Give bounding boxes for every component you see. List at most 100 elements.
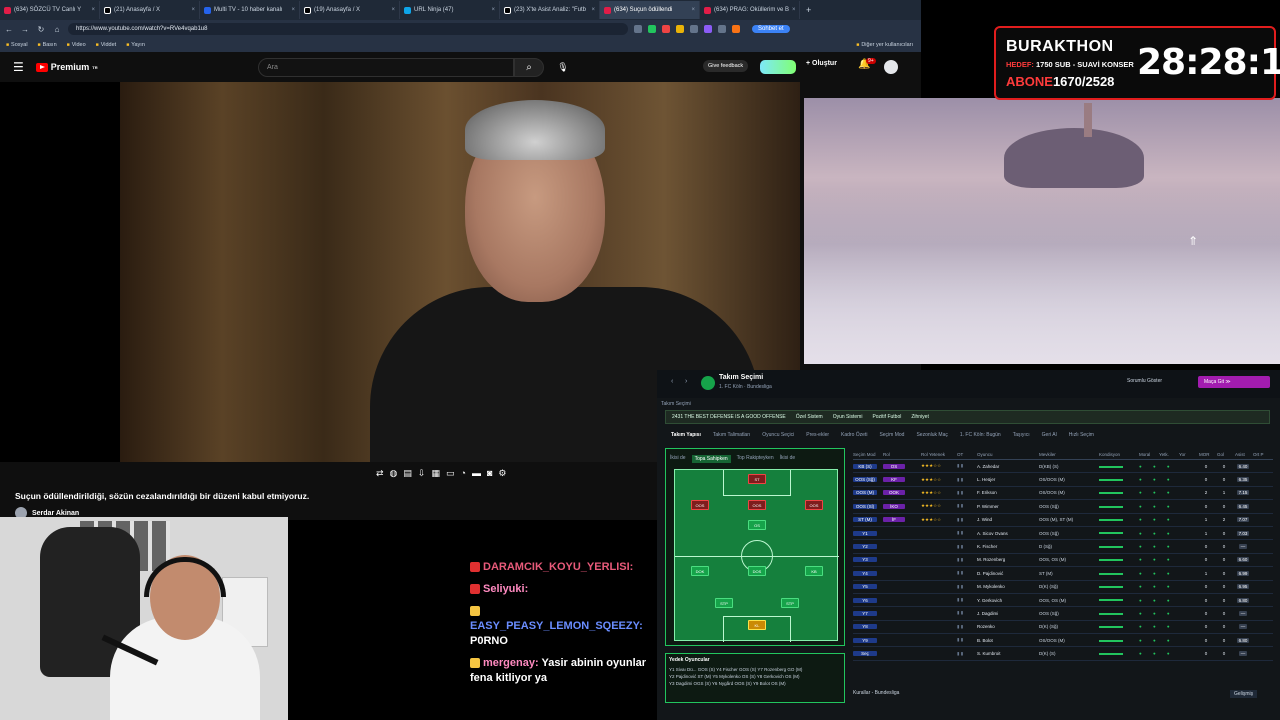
pitch-player[interactable]: KB	[805, 566, 823, 576]
browser-tab[interactable]: (634) SÖZCÜ TV Canlı Y ×	[0, 1, 100, 19]
extension-icon[interactable]	[732, 25, 740, 33]
table-row[interactable]: Y4 ▮ ▮ D. Pajdinović ST (M) ● ● ● 1 0 6.99	[853, 567, 1273, 581]
bookmark-folder[interactable]: Viddet	[96, 42, 117, 48]
forward-icon[interactable]: ›	[685, 378, 687, 385]
clip-icon[interactable]: ▤	[403, 468, 412, 479]
extension-icon[interactable]	[676, 25, 684, 33]
column-header[interactable]: Moral	[1139, 452, 1159, 457]
column-header[interactable]: Seçim Mod	[853, 452, 883, 457]
pitch-player[interactable]: OOS	[805, 500, 823, 510]
table-row[interactable]: KB (S) OS ★★★☆☆ ▮ ▮ A. Zahedar D(KB) (S) ● ● ●…	[853, 460, 1273, 474]
quick-pick-button[interactable]: Hızlı Seçim	[1069, 432, 1094, 438]
table-row[interactable]: Y8 ▮ ▮ Rozenko D(K) (Sğ) ● ● ● 0 0 —	[853, 621, 1273, 635]
bookmark-folder[interactable]: Sosyal	[6, 42, 28, 48]
tab-team-instructions[interactable]: Takım Talimatları	[713, 432, 750, 438]
speed-icon[interactable]: ◔	[461, 468, 466, 479]
extension-icon[interactable]	[690, 25, 698, 33]
miniplayer-icon[interactable]: ▭	[446, 468, 455, 479]
back-icon[interactable]: ‹	[671, 378, 673, 385]
staff-button[interactable]: Sorumlu Göster	[1127, 378, 1162, 384]
browser-tab[interactable]: (21) Anasayfa / X ×	[100, 1, 200, 19]
extension-icon[interactable]	[718, 25, 726, 33]
tab-club-today[interactable]: 1. FC Köln: Bugün	[960, 432, 1001, 438]
home-icon[interactable]: ⌂	[52, 25, 62, 34]
undo-button[interactable]: Geri Al	[1042, 432, 1057, 438]
tactic-select[interactable]: 2431 THE BEST DEFENSE IS A GOOD OFFENSE	[672, 414, 786, 420]
close-icon[interactable]: ×	[792, 7, 796, 13]
pitch-player[interactable]: KL	[748, 620, 766, 630]
tab-press[interactable]: Pres-ekler	[806, 432, 829, 438]
column-header[interactable]: Asist	[1235, 452, 1253, 457]
tab-team-structure[interactable]: Takım Yapısı	[671, 432, 701, 438]
table-row[interactable]: Y1 ▮ ▮ A. Sicov Ovans OOS (Sğ) ● ● ● 1 0 7.03	[853, 527, 1273, 541]
playlist-icon[interactable]: ▦	[431, 468, 440, 479]
download-icon[interactable]: ⇩	[418, 468, 426, 479]
table-row[interactable]: Y3 ▮ ▮ M. Rozenberg OOS, OS (M) ● ● ● 0 0 6.60	[853, 554, 1273, 568]
extension-icon[interactable]	[704, 25, 712, 33]
bookmark-folder[interactable]: Yayın	[126, 42, 145, 48]
back-icon[interactable]: ←	[4, 25, 14, 34]
table-row[interactable]: Y6 ▮ ▮ Y. Gerkovich OOS, OS (M) ● ● ● 0 0 6.80	[853, 594, 1273, 608]
pitch-player[interactable]: ST	[748, 474, 766, 484]
menu-icon[interactable]: ☰	[13, 60, 24, 74]
youtube-logo[interactable]: Premium TR	[35, 62, 98, 72]
close-icon[interactable]: ×	[591, 7, 595, 13]
tab-squad-summary[interactable]: Kadro Özeti	[841, 432, 867, 438]
table-row[interactable]: Y2 ▮ ▮ K. Fischer D (Sğ) ● ● ● 0 0 —	[853, 540, 1273, 554]
close-icon[interactable]: ×	[691, 7, 695, 13]
close-icon[interactable]: ×	[291, 7, 295, 13]
pitch-player[interactable]: OOS	[691, 500, 709, 510]
bookmark-folder[interactable]: Video	[67, 42, 86, 48]
mentality-chip[interactable]: Zihniyet	[911, 414, 929, 420]
browser-tab[interactable]: (634) PRAG: Oküllerim ve B ×	[700, 1, 800, 19]
tab-player-picker[interactable]: Oyuncu Seçici	[762, 432, 794, 438]
shuffle-icon[interactable]: ⇄	[376, 468, 384, 479]
advanced-button[interactable]: Gelişmiş	[1230, 690, 1258, 698]
camera-icon[interactable]: ◙	[487, 468, 492, 479]
table-row[interactable]: OOS (Sğ) KF ★★★☆☆ ▮ ▮ L. Heüjer OS/OOS (M) ● ●…	[853, 473, 1273, 487]
browser-tab[interactable]: URL Ninja (47) ×	[400, 1, 500, 19]
tab-carrier[interactable]: Taşıyıcı	[1013, 432, 1030, 438]
pitch-player[interactable]: OS	[748, 520, 766, 530]
table-row[interactable]: Seç ▮ ▮ S. Kumbroit D(K) (S) ● ● ● 0 0 —	[853, 647, 1273, 661]
column-header[interactable]: Yor	[1179, 452, 1199, 457]
search-input[interactable]: Ara	[258, 58, 514, 77]
extension-toggle[interactable]	[760, 60, 796, 74]
url-field[interactable]: https://www.youtube.com/watch?v=RVe4vqab…	[68, 23, 628, 35]
channel-name[interactable]: Serdar Akinan	[32, 510, 79, 517]
browser-tab[interactable]: Multi TV - 10 haber kanalı ×	[200, 1, 300, 19]
browser-tab[interactable]: (19) Anasayfa / X ×	[300, 1, 400, 19]
pitch-tab[interactable]: İkisi de	[670, 455, 686, 463]
forward-icon[interactable]: →	[20, 25, 30, 34]
theater-icon[interactable]: ▬	[472, 468, 481, 479]
table-row[interactable]: Y5 ▮ ▮ M. Mykolenko D(K) (Sğ) ● ● ● 0 0 6.95	[853, 581, 1273, 594]
pitch-player[interactable]: DOK	[691, 566, 709, 576]
extension-icon[interactable]	[662, 25, 670, 33]
table-row[interactable]: Y9 ▮ ▮ B. Bolot OS/OOS (M) ● ● ● 0 0 6.80	[853, 634, 1273, 648]
search-icon[interactable]: ⌕	[514, 58, 544, 77]
column-header[interactable]: Mevkiler	[1039, 452, 1099, 457]
close-icon[interactable]: ×	[191, 7, 195, 13]
microphone-icon[interactable]: 🎙	[554, 58, 572, 77]
table-row[interactable]: OOS (Sl) İKO ★★★☆☆ ▮ ▮ P. Wimmer OOS (Sğ) ● ● …	[853, 500, 1273, 514]
column-header[interactable]: Gol	[1217, 452, 1235, 457]
mentality-chip[interactable]: Pozitif Futbol	[872, 414, 901, 420]
reload-icon[interactable]: ↻	[36, 25, 46, 34]
settings-icon[interactable]: ⚙	[498, 468, 506, 479]
other-bookmarks[interactable]: Diğer yer kullanıcıları	[856, 42, 913, 48]
bookmark-folder[interactable]: Basın	[38, 42, 57, 48]
browser-tab[interactable]: (23) X'te Asist Analiz: "Futb ×	[500, 1, 600, 19]
substitute-row[interactable]: Y2 Pajdinović ST (M) Y5 Mykolenko OS (S)…	[669, 673, 841, 680]
pitch-tab[interactable]: İkisi de	[780, 455, 796, 463]
avatar[interactable]	[884, 60, 898, 74]
column-header[interactable]: MOR	[1199, 452, 1217, 457]
pitch-player[interactable]: STP	[715, 598, 733, 608]
pitch-tab[interactable]: Top Rakipteyken	[737, 455, 774, 463]
pitch-player[interactable]: OOS	[748, 500, 766, 510]
table-row[interactable]: Y7 ▮ ▮ J. Dagdimi OOS (Sğ) ● ● ● 0 0 —	[853, 607, 1273, 621]
audio-icon[interactable]: ◍	[390, 468, 398, 479]
pitch-player[interactable]: STP	[781, 598, 799, 608]
new-tab-button[interactable]: +	[806, 5, 811, 15]
close-icon[interactable]: ×	[491, 7, 495, 13]
create-button[interactable]: + Oluştur	[806, 60, 837, 67]
